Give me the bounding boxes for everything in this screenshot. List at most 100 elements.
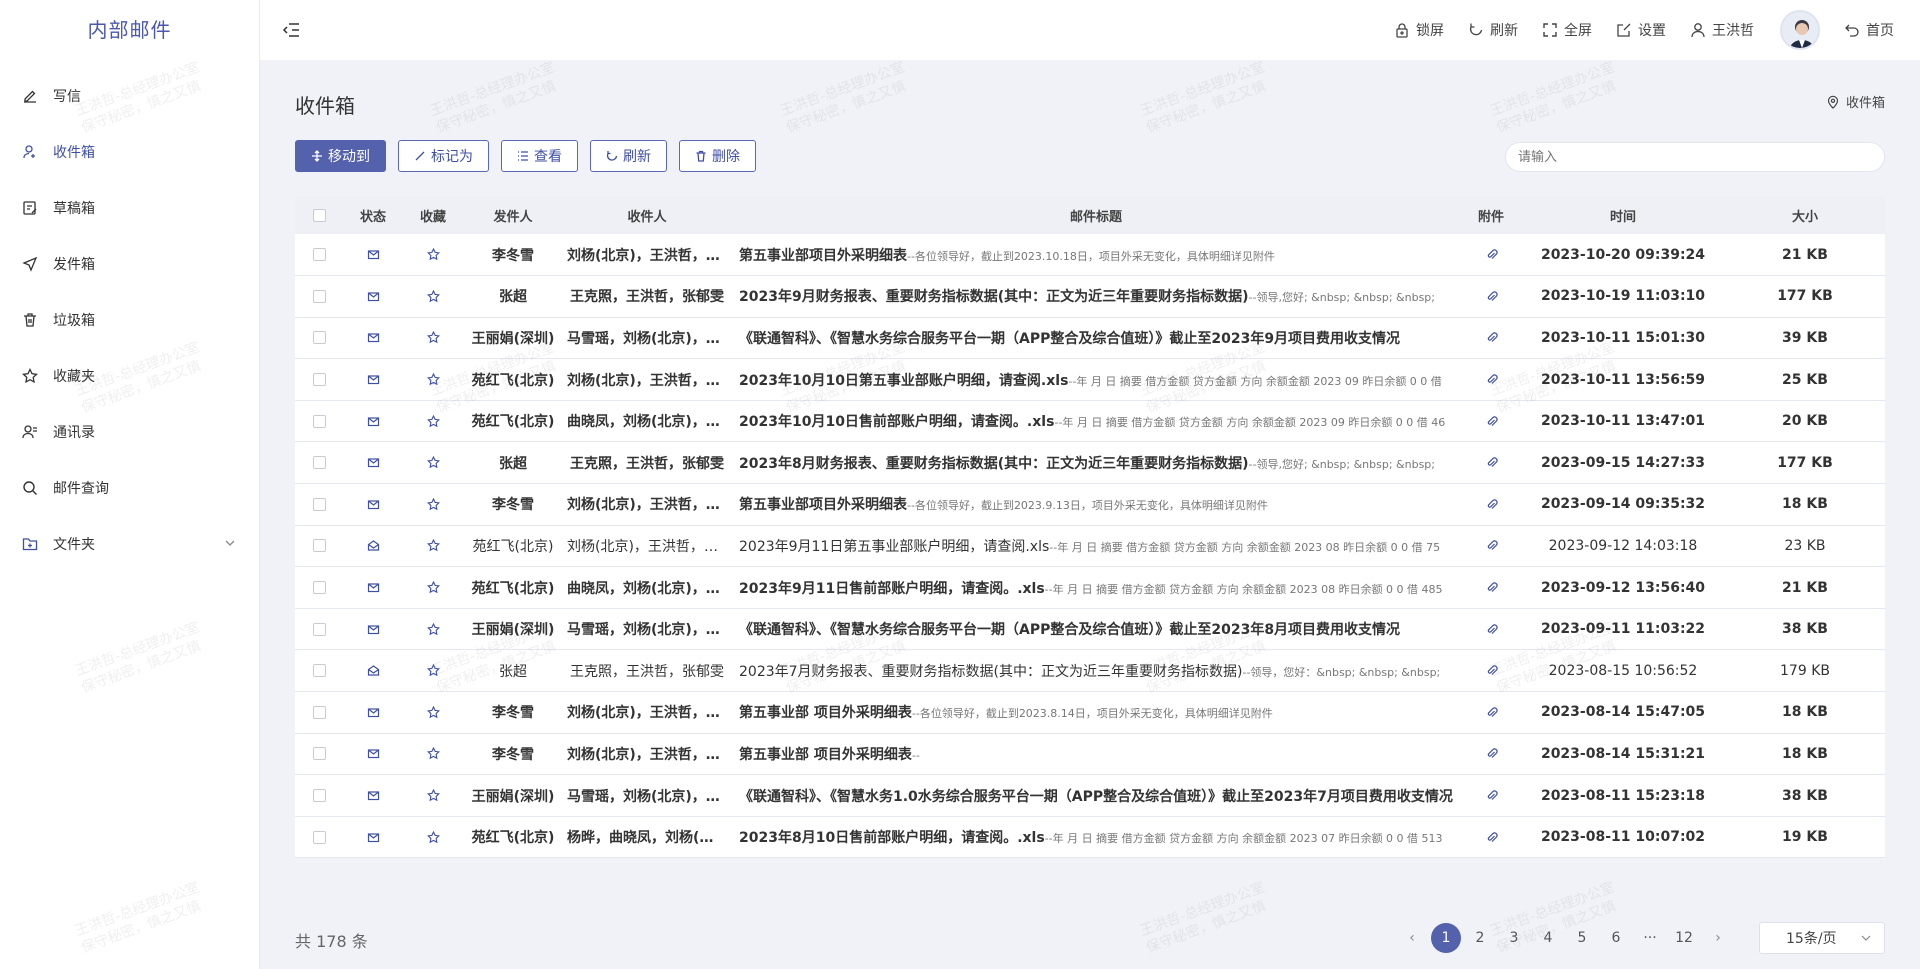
- subject-cell[interactable]: 第五事业部项目外采明细表--各位领导好，截止到2023.9.13日，项目外采无变…: [731, 484, 1461, 526]
- star-icon[interactable]: [426, 789, 440, 802]
- row-checkbox[interactable]: [295, 692, 343, 734]
- favorite-cell[interactable]: [403, 816, 463, 858]
- subject-cell[interactable]: 第五事业部项目外采明细表--各位领导好，截止到2023.10.18日，项目外采无…: [731, 234, 1461, 276]
- subject-cell[interactable]: 2023年8月10日售前部账户明细，请查阅。.xls--年 月 日 摘要 借方金…: [731, 816, 1461, 858]
- row-checkbox[interactable]: [295, 442, 343, 484]
- user-menu[interactable]: 王洪哲: [1690, 20, 1754, 40]
- subject-cell[interactable]: 2023年10月10日第五事业部账户明细，请查阅.xls--年 月 日 摘要 借…: [731, 359, 1461, 401]
- row-checkbox[interactable]: [295, 317, 343, 359]
- favorite-cell[interactable]: [403, 359, 463, 401]
- subject-cell[interactable]: 2023年9月11日第五事业部账户明细，请查阅.xls--年 月 日 摘要 借方…: [731, 525, 1461, 567]
- star-icon[interactable]: [426, 248, 440, 261]
- star-icon[interactable]: [426, 830, 440, 844]
- star-icon[interactable]: [426, 414, 440, 428]
- attachment-cell[interactable]: [1461, 400, 1521, 442]
- favorite-cell[interactable]: [403, 608, 463, 650]
- collapse-sidebar-icon[interactable]: [280, 19, 302, 41]
- settings-button[interactable]: 设置: [1616, 20, 1666, 40]
- search-input[interactable]: [1505, 142, 1885, 172]
- sidebar-item-sent[interactable]: 发件箱: [0, 236, 259, 292]
- row-checkbox[interactable]: [295, 525, 343, 567]
- row-checkbox[interactable]: [295, 816, 343, 858]
- attachment-cell[interactable]: [1461, 234, 1521, 276]
- favorite-cell[interactable]: [403, 692, 463, 734]
- lock-screen-button[interactable]: 锁屏: [1394, 20, 1444, 40]
- page-ellipsis[interactable]: ···: [1635, 923, 1665, 953]
- page-number[interactable]: 2: [1465, 923, 1495, 953]
- sidebar-item-folders[interactable]: 文件夹: [0, 516, 259, 572]
- attachment-cell[interactable]: [1461, 816, 1521, 858]
- row-checkbox[interactable]: [295, 733, 343, 775]
- attachment-cell[interactable]: [1461, 359, 1521, 401]
- sidebar-item-favorites[interactable]: 收藏夹: [0, 348, 259, 404]
- favorite-cell[interactable]: [403, 317, 463, 359]
- subject-cell[interactable]: 第五事业部 项目外采明细表--各位领导好，截止到2023.8.14日，项目外采无…: [731, 692, 1461, 734]
- attachment-cell[interactable]: [1461, 525, 1521, 567]
- row-checkbox[interactable]: [295, 567, 343, 609]
- sidebar-item-inbox[interactable]: 收件箱: [0, 124, 259, 180]
- subject-cell[interactable]: 《联通智科》、《智慧水务1.0水务综合服务平台一期（APP整合及综合值班）》截止…: [731, 775, 1461, 817]
- page-number[interactable]: 12: [1669, 923, 1699, 953]
- refresh-list-button[interactable]: 刷新: [590, 140, 667, 172]
- table-row[interactable]: 苑红飞(北京) 刘杨(北京)，王洪哲，张郁雯 2023年9月11日第五事业部账户明细…: [295, 525, 1885, 567]
- move-to-button[interactable]: 移动到: [295, 140, 386, 172]
- star-icon[interactable]: [426, 373, 440, 386]
- page-number[interactable]: 3: [1499, 923, 1529, 953]
- star-icon[interactable]: [426, 539, 440, 552]
- table-row[interactable]: 李冬雪 刘杨(北京)，王洪哲，张郁雯 第五事业部 项目外采明细表-- 2023-08-…: [295, 733, 1885, 775]
- row-checkbox[interactable]: [295, 484, 343, 526]
- row-checkbox[interactable]: [295, 359, 343, 401]
- table-row[interactable]: 李冬雪 刘杨(北京)，王洪哲，张郁雯 第五事业部 项目外采明细表--各位领导好，截止…: [295, 692, 1885, 734]
- subject-cell[interactable]: 2023年9月财务报表、重要财务指标数据(其中：正文为近三年重要财务指标数据)-…: [731, 276, 1461, 318]
- favorite-cell[interactable]: [403, 484, 463, 526]
- fullscreen-button[interactable]: 全屏: [1542, 20, 1592, 40]
- star-icon[interactable]: [426, 747, 440, 760]
- table-row[interactable]: 苑红飞(北京)曲晓凤，刘杨(北京)，王洪哲，2023年10月10日售前部账户明细…: [295, 400, 1885, 442]
- attachment-cell[interactable]: [1461, 692, 1521, 734]
- page-size-select[interactable]: 15条/页: [1759, 922, 1885, 954]
- attachment-cell[interactable]: [1461, 567, 1521, 609]
- page-number[interactable]: 6: [1601, 923, 1631, 953]
- star-icon[interactable]: [426, 289, 440, 303]
- page-number[interactable]: 5: [1567, 923, 1597, 953]
- row-checkbox[interactable]: [295, 608, 343, 650]
- star-icon[interactable]: [426, 456, 440, 469]
- row-checkbox[interactable]: [295, 276, 343, 318]
- table-row[interactable]: 张超 王克照，王洪哲，张郁雯 2023年8月财务报表、重要财务指标数据(其中：正文为…: [295, 442, 1885, 484]
- star-icon[interactable]: [426, 497, 440, 511]
- refresh-page-button[interactable]: 刷新: [1468, 20, 1518, 40]
- favorite-cell[interactable]: [403, 733, 463, 775]
- table-row[interactable]: 王丽娟(深圳) 马雪瑶，刘杨(北京)，李冬雪， 《联通智科》、《智慧水务1.0水务综…: [295, 775, 1885, 817]
- next-page-icon[interactable]: ›: [1703, 923, 1733, 953]
- sidebar-item-drafts[interactable]: 草稿箱: [0, 180, 259, 236]
- table-row[interactable]: 苑红飞(北京)曲晓凤，刘杨(北京)，王洪哲，2023年9月11日售前部账户明细，…: [295, 567, 1885, 609]
- subject-cell[interactable]: 《联通智科》、《智慧水务综合服务平台一期（APP整合及综合值班）》截止至2023…: [731, 608, 1461, 650]
- subject-cell[interactable]: 第五事业部 项目外采明细表--: [731, 733, 1461, 775]
- row-checkbox[interactable]: [295, 650, 343, 692]
- page-number[interactable]: 4: [1533, 923, 1563, 953]
- attachment-cell[interactable]: [1461, 650, 1521, 692]
- sidebar-item-trash[interactable]: 垃圾箱: [0, 292, 259, 348]
- table-row[interactable]: 苑红飞(北京) 刘杨(北京)，王洪哲，张郁雯 2023年10月10日第五事业部账户明…: [295, 359, 1885, 401]
- favorite-cell[interactable]: [403, 234, 463, 276]
- favorite-cell[interactable]: [403, 650, 463, 692]
- subject-cell[interactable]: 《联通智科》、《智慧水务综合服务平台一期（APP整合及综合值班）》截止至2023…: [731, 317, 1461, 359]
- attachment-cell[interactable]: [1461, 276, 1521, 318]
- star-icon[interactable]: [426, 622, 440, 636]
- view-button[interactable]: 查看: [501, 140, 578, 172]
- sidebar-item-contacts[interactable]: 通讯录: [0, 404, 259, 460]
- subject-cell[interactable]: 2023年7月财务报表、重要财务指标数据(其中：正文为近三年重要财务指标数据)-…: [731, 650, 1461, 692]
- avatar[interactable]: [1780, 10, 1820, 50]
- table-row[interactable]: 李冬雪 刘杨(北京)，王洪哲，张郁雯 第五事业部项目外采明细表--各位领导好，截止到…: [295, 484, 1885, 526]
- favorite-cell[interactable]: [403, 400, 463, 442]
- sidebar-item-mail-search[interactable]: 邮件查询: [0, 460, 259, 516]
- select-all-checkbox[interactable]: [295, 196, 343, 234]
- table-row[interactable]: 王丽娟(深圳) 马雪瑶，刘杨(北京)，李冬雪， 《联通智科》、《智慧水务综合服务平台…: [295, 608, 1885, 650]
- attachment-cell[interactable]: [1461, 484, 1521, 526]
- attachment-cell[interactable]: [1461, 775, 1521, 817]
- mark-as-button[interactable]: 标记为: [398, 140, 489, 172]
- delete-button[interactable]: 删除: [679, 140, 756, 172]
- attachment-cell[interactable]: [1461, 608, 1521, 650]
- home-button[interactable]: 首页: [1844, 20, 1894, 40]
- attachment-cell[interactable]: [1461, 442, 1521, 484]
